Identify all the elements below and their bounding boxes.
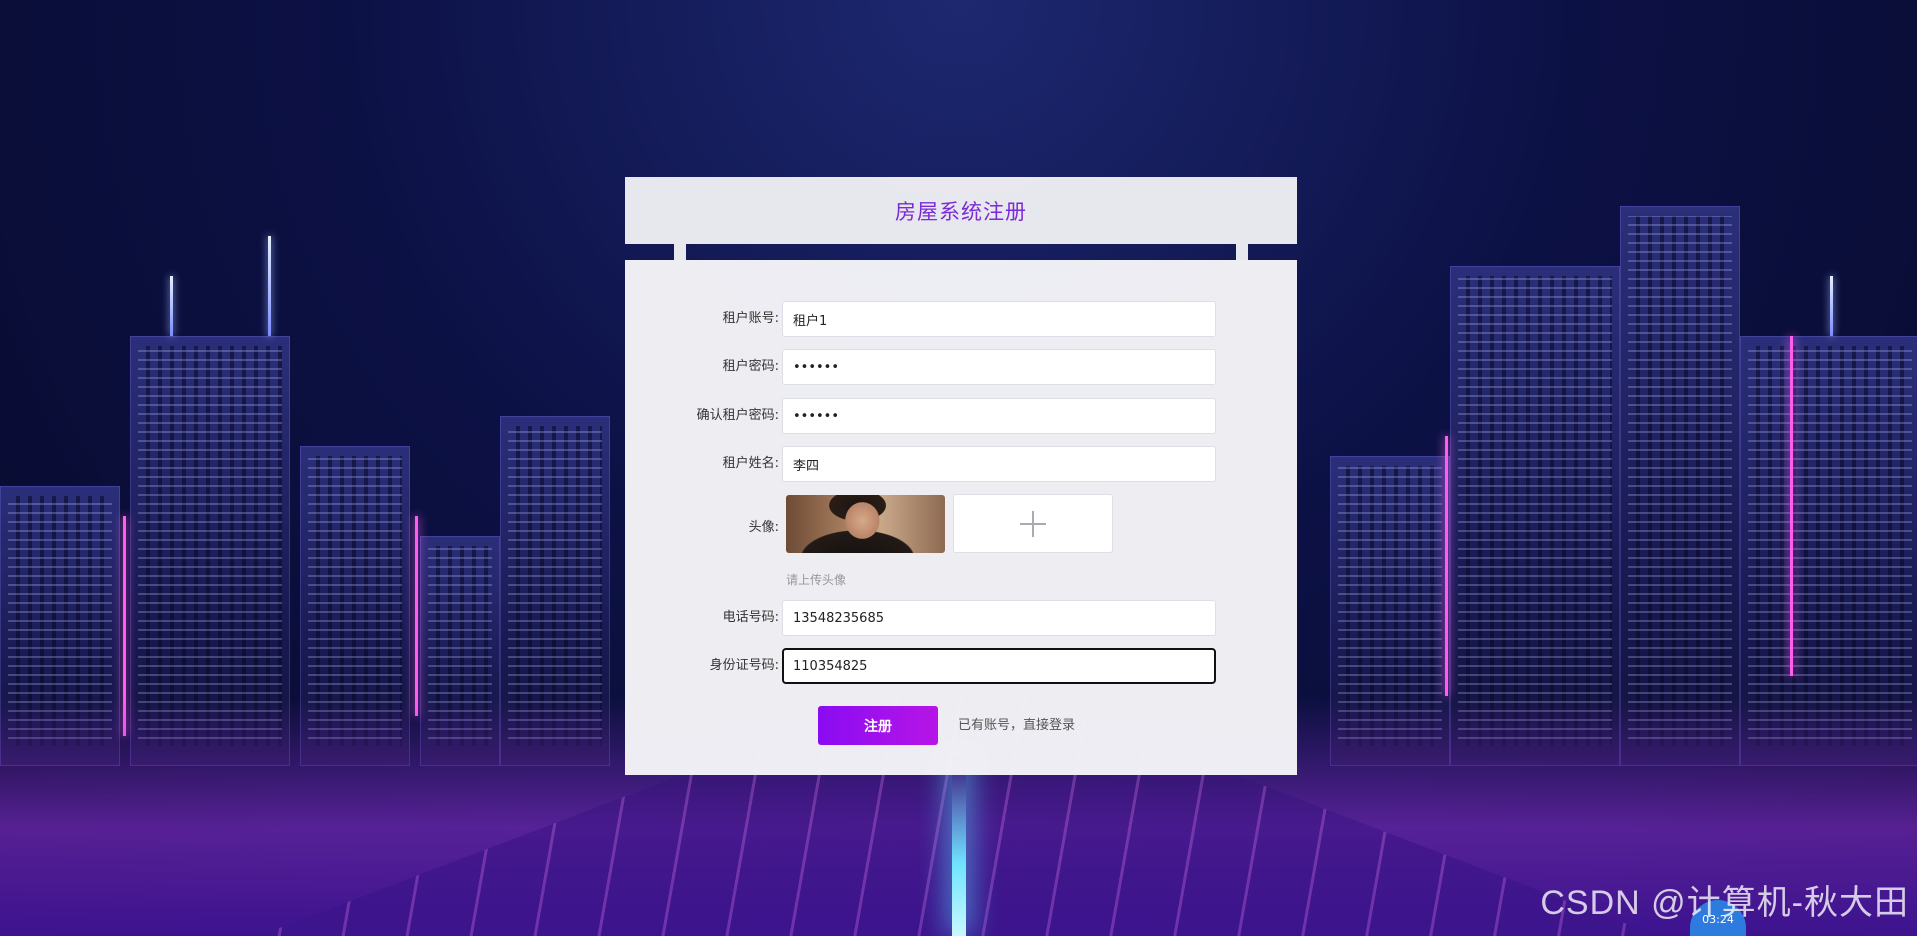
register-card-header: 房屋系统注册 bbox=[625, 177, 1297, 244]
phone-label: 电话号码: bbox=[722, 610, 779, 625]
id-number-label: 身份证号码: bbox=[709, 658, 779, 673]
header-connector-right bbox=[1236, 244, 1248, 260]
name-input[interactable] bbox=[782, 446, 1216, 482]
register-button[interactable]: 注册 bbox=[818, 706, 938, 745]
login-link[interactable]: 已有账号，直接登录 bbox=[958, 706, 1075, 745]
phone-row: 电话号码: bbox=[625, 600, 1297, 636]
password-input[interactable] bbox=[782, 349, 1216, 385]
page-title: 房屋系统注册 bbox=[895, 199, 1027, 224]
id-number-row: 身份证号码: bbox=[625, 648, 1297, 684]
register-form: 租户账号: 租户密码: 确认租户密码: 租户姓名: 头像: 请上传头像 电话号码… bbox=[625, 260, 1297, 775]
plus-icon bbox=[1020, 510, 1046, 537]
account-input[interactable] bbox=[782, 301, 1216, 337]
avatar-hint: 请上传头像 bbox=[786, 573, 847, 587]
phone-input[interactable] bbox=[782, 600, 1216, 636]
confirm-password-label: 确认租户密码: bbox=[696, 408, 779, 423]
confirm-password-row: 确认租户密码: bbox=[625, 398, 1297, 434]
id-number-input[interactable] bbox=[782, 648, 1216, 684]
avatar-upload-button[interactable] bbox=[953, 494, 1113, 553]
header-connector-left bbox=[674, 244, 686, 260]
avatar-preview-image[interactable] bbox=[786, 495, 945, 553]
account-label: 租户账号: bbox=[722, 311, 779, 326]
password-label: 租户密码: bbox=[722, 359, 779, 374]
confirm-password-input[interactable] bbox=[782, 398, 1216, 434]
password-row: 租户密码: bbox=[625, 349, 1297, 385]
name-row: 租户姓名: bbox=[625, 446, 1297, 482]
name-label: 租户姓名: bbox=[722, 456, 779, 471]
account-row: 租户账号: bbox=[625, 301, 1297, 337]
csdn-watermark: CSDN @计算机-秋大田 bbox=[1540, 884, 1909, 922]
avatar-label: 头像: bbox=[748, 520, 779, 535]
